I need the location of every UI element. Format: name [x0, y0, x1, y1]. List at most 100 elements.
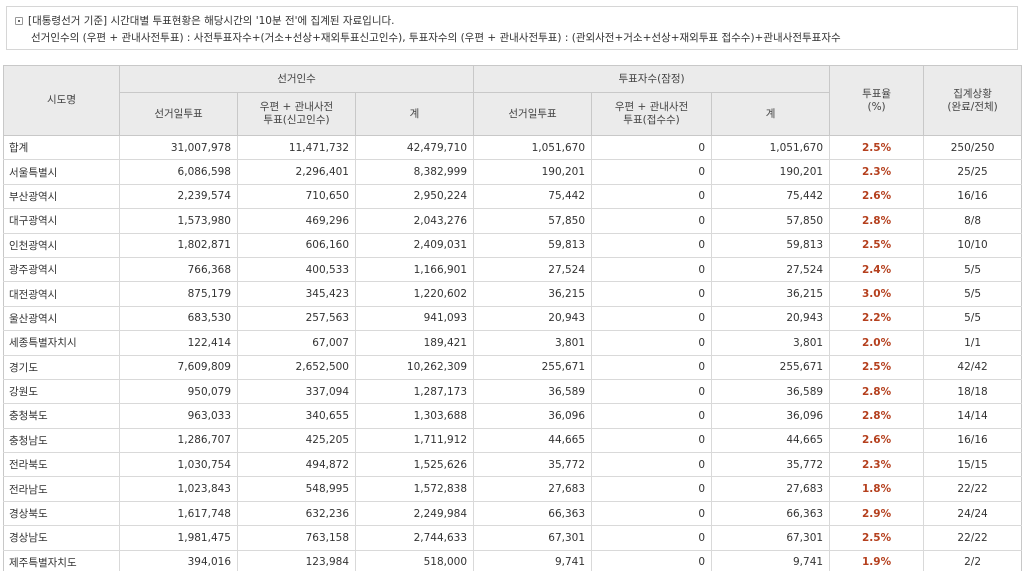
cell-electors-total: 1,525,626: [355, 452, 475, 478]
cell-voters-postal: 0: [591, 428, 713, 454]
cell-voters-total: 36,215: [711, 281, 831, 307]
cell-electors-eday: 1,030,754: [119, 452, 238, 478]
cell-voters-postal: 0: [591, 403, 713, 429]
cell-electors-eday: 1,573,980: [119, 208, 238, 234]
cell-electors-postal: 123,984: [237, 550, 356, 571]
notice-line-2: 선거인수의 (우편 + 관내사전투표) : 사전투표자수+(거소+선상+재외투표…: [15, 29, 1017, 46]
header-electors-group: 선거인수: [118, 65, 475, 93]
cell-voters-postal: 0: [591, 355, 713, 380]
cell-electors-postal: 340,655: [237, 403, 356, 429]
cell-electors-postal: 606,160: [237, 233, 356, 258]
table-row: 합계 31,007,978 11,471,732 42,479,710 1,051,67…: [3, 135, 1023, 161]
cell-voters-eday: 35,772: [473, 452, 593, 478]
cell-voters-eday: 255,671: [473, 355, 593, 380]
cell-status: 16/16: [923, 428, 1023, 454]
cell-electors-postal: 710,650: [237, 184, 356, 210]
cell-electors-eday: 875,179: [119, 281, 238, 307]
cell-electors-eday: 1,981,475: [119, 525, 238, 551]
header-rate: 투표율 (%): [829, 65, 925, 136]
cell-electors-postal: 2,652,500: [237, 355, 356, 380]
cell-electors-total: 42,479,710: [355, 135, 475, 161]
table-row: 충청남도 1,286,707 425,205 1,711,912 44,665 0 44,6…: [3, 428, 1023, 454]
table-row: 세종특별자치시 122,414 67,007 189,421 3,801 0 3,801 2.…: [3, 330, 1023, 356]
cell-voters-postal: 0: [591, 135, 713, 161]
cell-status: 25/25: [923, 159, 1023, 185]
cell-electors-total: 10,262,309: [355, 355, 475, 380]
cell-voters-eday: 67,301: [473, 525, 593, 551]
table-row: 대구광역시 1,573,980 469,296 2,043,276 57,850 0 57,…: [3, 208, 1023, 234]
notice-box: [대통령선거 기준] 시간대별 투표현황은 해당시간의 '10분 전'에 집계된…: [6, 6, 1018, 50]
cell-rate: 2.0%: [829, 330, 925, 356]
cell-electors-total: 1,220,602: [355, 281, 475, 307]
header-status: 집계상황 (완료/전체): [923, 65, 1023, 136]
cell-status: 8/8: [923, 208, 1023, 234]
cell-electors-eday: 1,617,748: [119, 501, 238, 527]
cell-voters-eday: 57,850: [473, 208, 593, 234]
cell-voters-postal: 0: [591, 501, 713, 527]
cell-voters-postal: 0: [591, 306, 713, 332]
cell-rate: 2.3%: [829, 159, 925, 185]
cell-voters-postal: 0: [591, 476, 713, 502]
cell-electors-total: 2,043,276: [355, 208, 475, 234]
cell-voters-eday: 44,665: [473, 428, 593, 454]
cell-electors-total: 1,287,173: [355, 379, 475, 405]
cell-region: 합계: [3, 135, 120, 161]
header-voters-eday: 선거일투표: [473, 92, 593, 136]
header-voters-group: 투표자수(잠정): [473, 65, 831, 93]
cell-electors-eday: 394,016: [119, 550, 238, 571]
notice-line-1: [대통령선거 기준] 시간대별 투표현황은 해당시간의 '10분 전'에 집계된…: [15, 12, 1017, 29]
cell-status: 10/10: [923, 233, 1023, 258]
cell-voters-total: 27,683: [711, 476, 831, 502]
cell-voters-postal: 0: [591, 281, 713, 307]
table-body: 합계 31,007,978 11,471,732 42,479,710 1,051,67…: [3, 135, 1023, 571]
cell-rate: 2.5%: [829, 233, 925, 258]
cell-electors-postal: 425,205: [237, 428, 356, 454]
table-row: 강원도 950,079 337,094 1,287,173 36,589 0 36,589 2…: [3, 379, 1023, 405]
cell-voters-postal: 0: [591, 233, 713, 258]
cell-voters-postal: 0: [591, 452, 713, 478]
cell-electors-eday: 766,368: [119, 257, 238, 283]
cell-electors-postal: 632,236: [237, 501, 356, 527]
cell-rate: 2.6%: [829, 428, 925, 454]
cell-region: 서울특별시: [3, 159, 120, 185]
cell-voters-total: 1,051,670: [711, 135, 831, 161]
cell-electors-eday: 6,086,598: [119, 159, 238, 185]
cell-rate: 2.5%: [829, 525, 925, 551]
cell-voters-eday: 20,943: [473, 306, 593, 332]
cell-electors-total: 2,744,633: [355, 525, 475, 551]
cell-status: 250/250: [923, 135, 1023, 161]
cell-voters-eday: 36,096: [473, 403, 593, 429]
cell-voters-eday: 190,201: [473, 159, 593, 185]
table-row: 대전광역시 875,179 345,423 1,220,602 36,215 0 36,21…: [3, 281, 1023, 307]
cell-electors-postal: 548,995: [237, 476, 356, 502]
header-region: 시도명: [3, 65, 120, 136]
cell-voters-postal: 0: [591, 257, 713, 283]
cell-region: 경상북도: [3, 501, 120, 527]
cell-electors-eday: 963,033: [119, 403, 238, 429]
cell-rate: 3.0%: [829, 281, 925, 307]
cell-voters-total: 9,741: [711, 550, 831, 571]
cell-status: 2/2: [923, 550, 1023, 571]
cell-voters-eday: 3,801: [473, 330, 593, 356]
header-voters-total: 계: [711, 92, 831, 136]
cell-region: 제주특별자치도: [3, 550, 120, 571]
notice-text-2: 선거인수의 (우편 + 관내사전투표) : 사전투표자수+(거소+선상+재외투표…: [31, 32, 841, 44]
cell-voters-total: 20,943: [711, 306, 831, 332]
cell-region: 부산광역시: [3, 184, 120, 210]
cell-voters-total: 36,096: [711, 403, 831, 429]
cell-rate: 1.8%: [829, 476, 925, 502]
cell-status: 22/22: [923, 476, 1023, 502]
cell-status: 1/1: [923, 330, 1023, 356]
cell-status: 18/18: [923, 379, 1023, 405]
cell-electors-postal: 67,007: [237, 330, 356, 356]
cell-status: 24/24: [923, 501, 1023, 527]
table-row: 전라북도 1,030,754 494,872 1,525,626 35,772 0 35,7…: [3, 452, 1023, 478]
square-bullet-icon: [15, 16, 23, 25]
cell-voters-postal: 0: [591, 550, 713, 571]
cell-electors-total: 2,409,031: [355, 233, 475, 258]
cell-electors-eday: 1,802,871: [119, 233, 238, 258]
cell-voters-total: 66,363: [711, 501, 831, 527]
cell-electors-total: 2,249,984: [355, 501, 475, 527]
table-row: 서울특별시 6,086,598 2,296,401 8,382,999 190,201 0…: [3, 159, 1023, 185]
cell-electors-total: 1,711,912: [355, 428, 475, 454]
